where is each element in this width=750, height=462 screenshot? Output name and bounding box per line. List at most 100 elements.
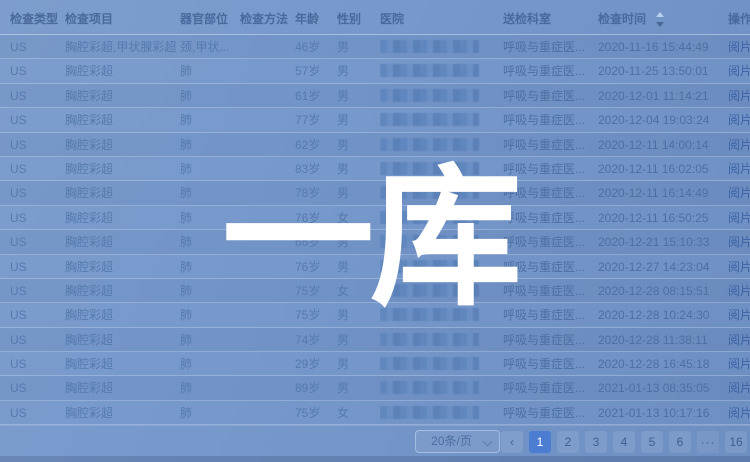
cell-gender: 男 (337, 133, 375, 157)
page-button[interactable]: 6 (669, 431, 691, 453)
cell-age: 77岁 (295, 108, 335, 132)
cell-age: 78岁 (295, 181, 335, 205)
cell-exam-type: US (10, 376, 62, 400)
prev-page-button[interactable]: ‹ (501, 431, 523, 453)
chevron-down-icon (483, 437, 493, 447)
bottom-strip (0, 456, 750, 462)
cell-organ: 肺 (180, 59, 236, 83)
cell-hospital (380, 59, 500, 83)
cell-gender: 男 (337, 328, 375, 352)
cell-action: 阅片 (728, 157, 750, 181)
cell-organ: 肺 (180, 133, 236, 157)
view-images-link[interactable]: 阅片 (728, 40, 750, 54)
cell-gender: 男 (337, 303, 375, 327)
exam-list-screen: 检查类型 检查项目 器官部位 检查方法 年龄 性别 医院 送检科室 检查时间 操… (0, 0, 750, 462)
sort-carets[interactable] (656, 12, 666, 28)
view-images-link[interactable]: 阅片 (728, 113, 750, 127)
cell-department: 呼吸与重症医... (503, 401, 596, 425)
cell-age: 74岁 (295, 328, 335, 352)
table-row: US 胸腔彩超 肺 29岁 男 呼吸与重症医... 2020-12-28 16:… (0, 352, 750, 376)
view-images-link[interactable]: 阅片 (728, 235, 750, 249)
cell-exam-item: 胸腔彩超 (65, 376, 177, 400)
cell-department: 呼吸与重症医... (503, 84, 596, 108)
table-row: US 胸腔彩超 肺 66岁 男 呼吸与重症医... 2020-12-21 15:… (0, 230, 750, 254)
cell-exam-item: 胸腔彩超,甲状腺彩超 (65, 35, 177, 59)
cell-exam-time: 2020-12-04 19:03:24 (598, 108, 726, 132)
cell-action: 阅片 (728, 279, 750, 303)
redacted-hospital-name (380, 308, 479, 321)
cell-action: 阅片 (728, 401, 750, 425)
cell-exam-item: 胸腔彩超 (65, 181, 177, 205)
cell-exam-item: 胸腔彩超 (65, 279, 177, 303)
redacted-hospital-name (380, 113, 479, 126)
cell-exam-time: 2020-12-28 11:38:11 (598, 328, 726, 352)
cell-hospital (380, 352, 500, 376)
view-images-link[interactable]: 阅片 (728, 186, 750, 200)
cell-organ: 肺 (180, 84, 236, 108)
cell-exam-type: US (10, 59, 62, 83)
cell-exam-item: 胸腔彩超 (65, 206, 177, 230)
view-images-link[interactable]: 阅片 (728, 406, 750, 420)
view-images-link[interactable]: 阅片 (728, 284, 750, 298)
cell-gender: 女 (337, 401, 375, 425)
table-row: US 胸腔彩超 肺 75岁 女 呼吸与重症医... 2020-12-28 08:… (0, 279, 750, 303)
cell-hospital (380, 84, 500, 108)
sort-caret-up-icon[interactable] (656, 12, 664, 17)
cell-age: 61岁 (295, 84, 335, 108)
cell-exam-item: 胸腔彩超 (65, 108, 177, 132)
page-button[interactable]: 16 (725, 431, 747, 453)
cell-organ: 肺 (180, 230, 236, 254)
header-cell-exam-item: 检查项目 (65, 5, 177, 34)
cell-age: 76岁 (295, 255, 335, 279)
cell-action: 阅片 (728, 59, 750, 83)
cell-organ: 肺 (180, 376, 236, 400)
cell-organ: 肺 (180, 255, 236, 279)
header-cell-exam-time[interactable]: 检查时间 (598, 5, 726, 34)
cell-department: 呼吸与重症医... (503, 376, 596, 400)
cell-gender: 男 (337, 181, 375, 205)
cell-exam-type: US (10, 133, 62, 157)
cell-hospital (380, 255, 500, 279)
cell-hospital (380, 279, 500, 303)
cell-age: 75岁 (295, 401, 335, 425)
header-cell-exam-type: 检查类型 (10, 5, 62, 34)
page-size-select[interactable]: 20条/页 (415, 430, 500, 453)
cell-exam-time: 2020-12-28 08:15:51 (598, 279, 726, 303)
view-images-link[interactable]: 阅片 (728, 381, 750, 395)
view-images-link[interactable]: 阅片 (728, 162, 750, 176)
page-button[interactable]: 4 (613, 431, 635, 453)
page-button[interactable]: 3 (585, 431, 607, 453)
page-button[interactable]: 5 (641, 431, 663, 453)
sort-caret-down-icon[interactable] (656, 22, 664, 27)
cell-exam-time: 2020-11-25 13:50:01 (598, 59, 726, 83)
cell-action: 阅片 (728, 376, 750, 400)
table-row: US 胸腔彩超 肺 75岁 男 呼吸与重症医... 2020-12-28 10:… (0, 303, 750, 327)
view-images-link[interactable]: 阅片 (728, 64, 750, 78)
cell-department: 呼吸与重症医... (503, 181, 596, 205)
cell-method (240, 255, 292, 279)
view-images-link[interactable]: 阅片 (728, 260, 750, 274)
ellipsis-page-button[interactable]: ··· (697, 431, 719, 453)
table-row: US 胸腔彩超 肺 89岁 男 呼吸与重症医... 2021-01-13 08:… (0, 376, 750, 400)
redacted-hospital-name (380, 284, 479, 297)
header-cell-method: 检查方法 (240, 5, 292, 34)
header-cell-department: 送检科室 (503, 5, 596, 34)
cell-exam-type: US (10, 108, 62, 132)
cell-action: 阅片 (728, 255, 750, 279)
cell-department: 呼吸与重症医... (503, 59, 596, 83)
view-images-link[interactable]: 阅片 (728, 308, 750, 322)
page-button[interactable]: 1 (529, 431, 551, 453)
cell-method (240, 206, 292, 230)
view-images-link[interactable]: 阅片 (728, 333, 750, 347)
view-images-link[interactable]: 阅片 (728, 211, 750, 225)
cell-age: 29岁 (295, 352, 335, 376)
page-button[interactable]: 2 (557, 431, 579, 453)
cell-gender: 女 (337, 206, 375, 230)
cell-method (240, 84, 292, 108)
cell-method (240, 108, 292, 132)
cell-exam-type: US (10, 279, 62, 303)
redacted-hospital-name (380, 357, 479, 370)
view-images-link[interactable]: 阅片 (728, 357, 750, 371)
view-images-link[interactable]: 阅片 (728, 138, 750, 152)
view-images-link[interactable]: 阅片 (728, 89, 750, 103)
